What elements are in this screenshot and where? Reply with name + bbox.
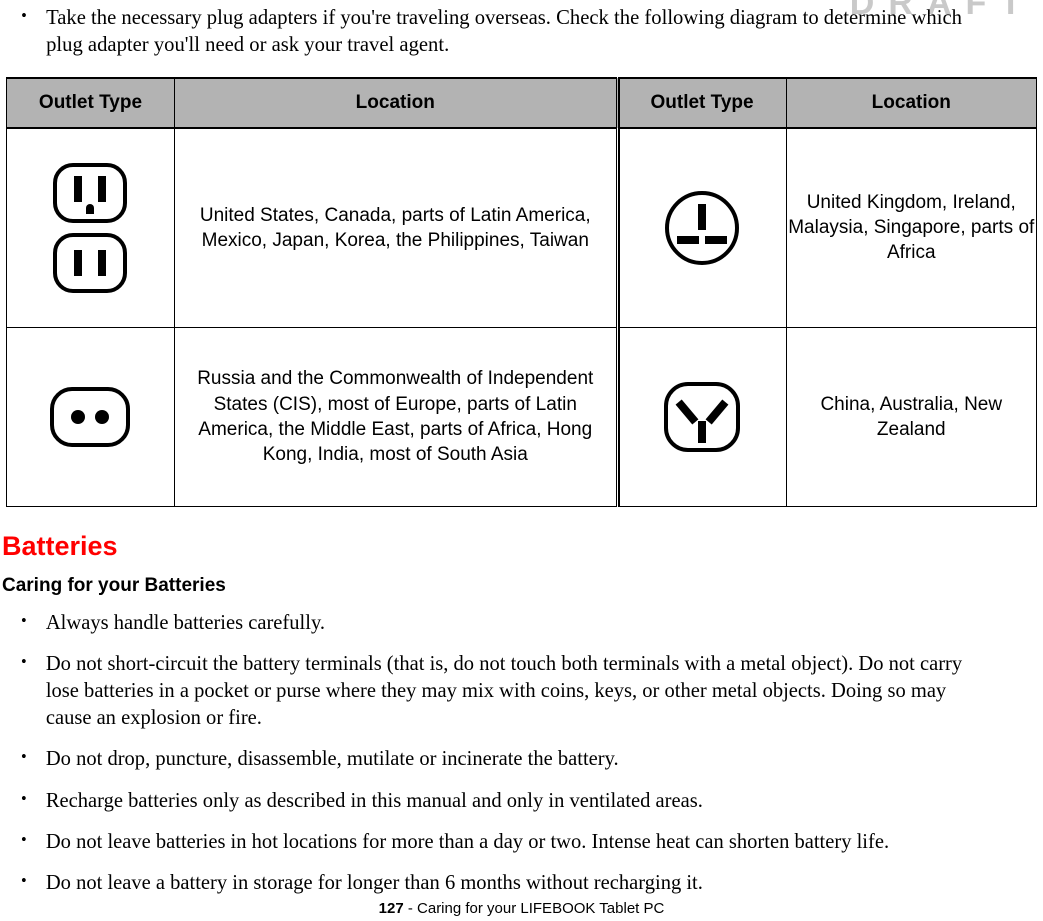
list-item: • Do not drop, puncture, disassemble, mu… bbox=[0, 745, 996, 772]
list-item-text: Always handle batteries carefully. bbox=[45, 610, 326, 635]
document-page: • Take the necessary plug adapters if yo… bbox=[0, 0, 1043, 896]
cell-location-europlug: Russia and the Commonwealth of Independe… bbox=[173, 326, 618, 507]
list-item-text: Do not short-circuit the battery termina… bbox=[45, 651, 963, 730]
list-item: • Always handle batteries carefully. bbox=[0, 609, 996, 636]
bullet-glyph-icon: • bbox=[21, 829, 27, 849]
list-item-text: Recharge batteries only as described in … bbox=[45, 787, 703, 812]
list-item-text: Do not leave batteries in hot locations … bbox=[45, 828, 890, 853]
table-row: United States, Canada, parts of Latin Am… bbox=[6, 127, 1038, 328]
section-subheading: Caring for your Batteries bbox=[2, 575, 226, 597]
page-title: Batteries bbox=[2, 530, 118, 561]
bullet-glyph-icon: • bbox=[21, 611, 27, 631]
us-outlet-icon bbox=[7, 162, 174, 294]
cell-outlet-icon-us bbox=[6, 127, 175, 328]
list-item-text: Do not drop, puncture, disassemble, muti… bbox=[45, 746, 619, 771]
footer-page-number: 127 bbox=[378, 900, 404, 917]
table-header-row: Outlet Type Location Outlet Type Locatio… bbox=[6, 76, 1038, 129]
cell-location-us: United States, Canada, parts of Latin Am… bbox=[173, 127, 618, 328]
footer-separator: - bbox=[403, 900, 418, 917]
uk-outlet-icon bbox=[619, 189, 786, 267]
batteries-bullet-list: • Always handle batteries carefully. • D… bbox=[0, 609, 1043, 896]
list-item: • Recharge batteries only as described i… bbox=[0, 787, 996, 814]
cell-outlet-icon-europlug bbox=[6, 326, 175, 507]
table-row: Russia and the Commonwealth of Independe… bbox=[6, 326, 1038, 507]
cell-outlet-icon-uk bbox=[615, 127, 787, 328]
bullet-glyph-icon: • bbox=[21, 6, 27, 25]
bullet-glyph-icon: • bbox=[21, 870, 27, 890]
bullet-glyph-icon: • bbox=[21, 788, 27, 808]
bullet-glyph-icon: • bbox=[21, 747, 27, 767]
outlet-adapter-table: Outlet Type Location Outlet Type Locatio… bbox=[6, 76, 1038, 507]
list-item-text: Do not leave a battery in storage for lo… bbox=[45, 869, 703, 894]
intro-item-text: Take the necessary plug adapters if you'… bbox=[46, 5, 962, 57]
list-item: • Do not short-circuit the battery termi… bbox=[0, 650, 996, 731]
intro-bullet-list: • Take the necessary plug adapters if yo… bbox=[0, 0, 1043, 59]
europlug-outlet-icon bbox=[7, 386, 174, 448]
cell-outlet-icon-australia bbox=[615, 326, 787, 507]
column-header-outlet-type-left: Outlet Type bbox=[6, 76, 175, 129]
cell-location-australia: China, Australia, New Zealand bbox=[785, 326, 1038, 507]
column-header-location-left: Location bbox=[173, 76, 618, 129]
column-header-outlet-type-right: Outlet Type bbox=[615, 76, 787, 129]
list-item: • Do not leave batteries in hot location… bbox=[0, 828, 996, 855]
list-item: • Take the necessary plug adapters if yo… bbox=[0, 0, 1001, 59]
column-header-location-right: Location bbox=[785, 76, 1038, 129]
list-item: • Do not leave a battery in storage for … bbox=[0, 869, 996, 896]
australia-outlet-icon bbox=[619, 381, 786, 453]
bullet-glyph-icon: • bbox=[21, 652, 27, 672]
cell-location-uk: United Kingdom, Ireland, Malaysia, Singa… bbox=[785, 127, 1038, 328]
outlet-table-container: Outlet Type Location Outlet Type Locatio… bbox=[6, 76, 1038, 507]
page-footer: 127 - Caring for your LIFEBOOK Tablet PC bbox=[0, 900, 1043, 917]
footer-title: Caring for your LIFEBOOK Tablet PC bbox=[417, 900, 665, 917]
